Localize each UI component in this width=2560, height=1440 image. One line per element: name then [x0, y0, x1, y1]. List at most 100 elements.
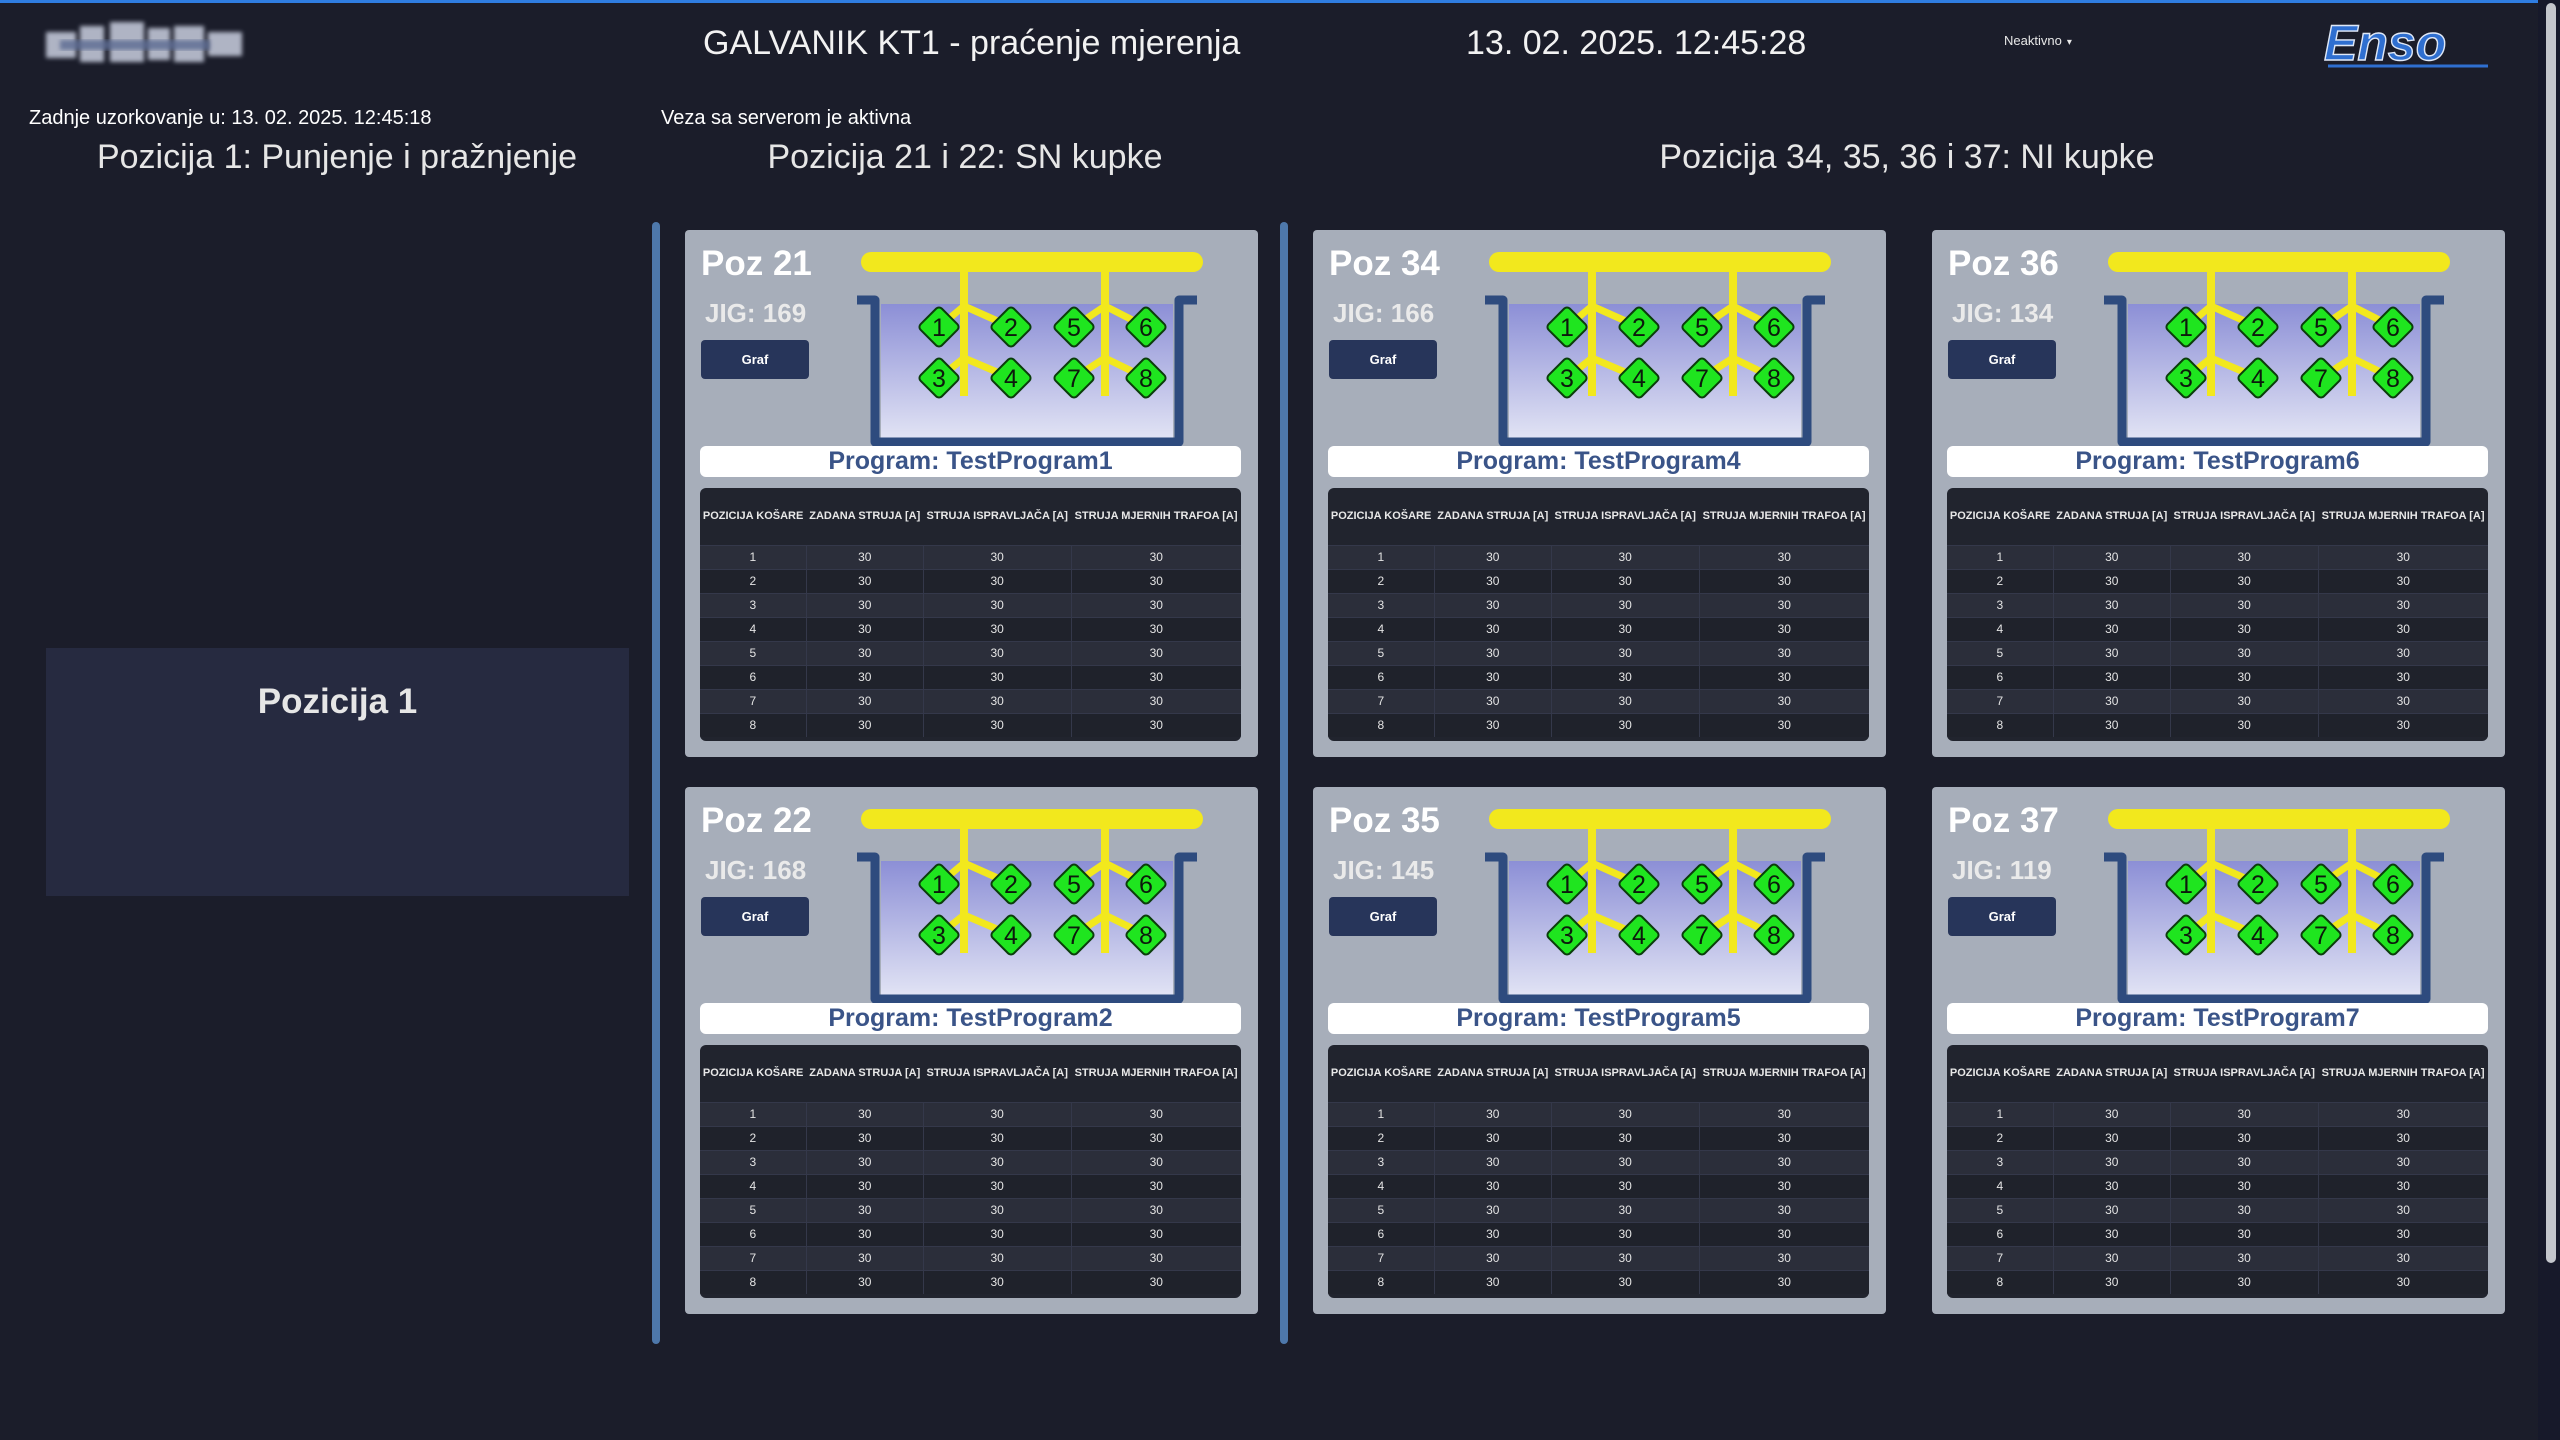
table-cell: 30: [2317, 1125, 2488, 1150]
table-row: 7 30 30 30: [1947, 688, 2488, 713]
table-row: 8 30 30 30: [700, 712, 1241, 737]
program-name: Program: TestProgram4: [1328, 446, 1869, 477]
table-cell: 30: [1698, 1197, 1869, 1222]
graph-button[interactable]: Graf: [1948, 897, 2056, 936]
basket-label: 6: [1139, 314, 1153, 342]
user-status-label: Neaktivno: [2004, 33, 2062, 48]
table-cell: 5: [700, 640, 807, 665]
basket-label: 3: [932, 922, 946, 950]
table-cell: 30: [2052, 568, 2171, 593]
table-cell: 4: [1328, 1173, 1435, 1198]
table-cell: 30: [2052, 1269, 2171, 1294]
table-row: 4 30 30 30: [1947, 1173, 2488, 1198]
table-cell: 30: [922, 544, 1072, 569]
program-name: Program: TestProgram5: [1328, 1003, 1869, 1034]
table-header: STRUJA MJERNIH TRAFOA [A]: [2321, 1066, 2485, 1079]
table-cell: 1: [700, 544, 807, 569]
table-cell: 30: [805, 592, 924, 617]
table-cell: 7: [1947, 688, 2054, 713]
table-cell: 30: [2052, 616, 2171, 641]
position-1-label: Pozicija 1: [257, 682, 418, 721]
table-cell: 30: [1070, 568, 1241, 593]
table-cell: 1: [1947, 1101, 2054, 1126]
table-cell: 30: [2169, 568, 2319, 593]
last-sample-time: Zadnje uzorkovanje u: 13. 02. 2025. 12:4…: [29, 107, 432, 129]
table-cell: 30: [1070, 688, 1241, 713]
table-cell: 30: [2317, 688, 2488, 713]
basket-label: 7: [1695, 365, 1709, 393]
table-cell: 30: [805, 1269, 924, 1294]
current-table: POZICIJA KOŠARE ZADANA STRUJA [A] STRUJA I…: [1328, 488, 1869, 741]
table-cell: 30: [1698, 688, 1869, 713]
busbar: [2108, 252, 2450, 272]
basket-label: 8: [1139, 922, 1153, 950]
table-row: 3 30 30 30: [1947, 1149, 2488, 1174]
basket-label: 5: [2314, 314, 2328, 342]
graph-button[interactable]: Graf: [1329, 340, 1437, 379]
table-row: 2 30 30 30: [700, 1125, 1241, 1150]
table-cell: 30: [1698, 1269, 1869, 1294]
graph-button[interactable]: Graf: [701, 340, 809, 379]
table-header: STRUJA ISPRAVLJAČA [A]: [1554, 1066, 1696, 1079]
table-cell: 30: [805, 544, 924, 569]
section-divider-ni: [1280, 222, 1288, 1344]
bath-card: Poz 36 JIG: 134 Graf 1 2 5 6 3 4 7 8 Program: TestP…: [1932, 230, 2505, 757]
graph-button[interactable]: Graf: [1329, 897, 1437, 936]
server-connection-status: Veza sa serverom je aktivna: [661, 107, 912, 129]
table-cell: 30: [2052, 1245, 2171, 1270]
position-number: Poz 35: [1329, 801, 1440, 840]
basket-label: 3: [932, 365, 946, 393]
bath-card: Poz 37 JIG: 119 Graf 1 2 5 6 3 4 7 8 Program: TestP…: [1932, 787, 2505, 1314]
table-header: STRUJA MJERNIH TRAFOA [A]: [2321, 509, 2485, 522]
graph-button[interactable]: Graf: [701, 897, 809, 936]
table-cell: 8: [1947, 1269, 2054, 1294]
scrollbar[interactable]: [2538, 0, 2560, 1440]
table-cell: 30: [805, 688, 924, 713]
table-cell: 30: [1433, 712, 1552, 737]
table-cell: 30: [805, 568, 924, 593]
table-cell: 30: [1550, 544, 1700, 569]
table-cell: 30: [1698, 1149, 1869, 1174]
table-cell: 30: [1550, 592, 1700, 617]
table-cell: 2: [1328, 568, 1435, 593]
table-cell: 30: [1433, 592, 1552, 617]
table-header: STRUJA ISPRAVLJAČA [A]: [2173, 1066, 2315, 1079]
table-cell: 30: [1070, 1269, 1241, 1294]
scroll-thumb[interactable]: [2546, 3, 2556, 1263]
graph-button[interactable]: Graf: [1948, 340, 2056, 379]
user-status-dropdown[interactable]: Neaktivno ▾: [2004, 33, 2072, 48]
table-cell: 30: [1070, 1245, 1241, 1270]
table-cell: 30: [2317, 640, 2488, 665]
top-accent-line: [0, 0, 2560, 3]
table-cell: 30: [2052, 664, 2171, 689]
table-cell: 30: [1433, 616, 1552, 641]
bath-card: Poz 21 JIG: 169 Graf 1 2 5 6 3 4 7 8 Program: TestP…: [685, 230, 1258, 757]
table-cell: 30: [1433, 688, 1552, 713]
table-row: 6 30 30 30: [1328, 1221, 1869, 1246]
table-cell: 30: [1698, 664, 1869, 689]
table-cell: 7: [1328, 688, 1435, 713]
table-cell: 6: [700, 1221, 807, 1246]
table-row: 4 30 30 30: [700, 616, 1241, 641]
section-divider-sn: [652, 222, 660, 1344]
table-cell: 30: [1698, 1245, 1869, 1270]
table-header: POZICIJA KOŠARE: [1330, 509, 1432, 522]
table-row: 4 30 30 30: [700, 1173, 1241, 1198]
table-header: STRUJA MJERNIH TRAFOA [A]: [1074, 509, 1238, 522]
table-row: 1 30 30 30: [700, 1101, 1241, 1126]
table-cell: 30: [2169, 1173, 2319, 1198]
table-cell: 30: [1070, 1173, 1241, 1198]
jig-number: JIG: 134: [1952, 298, 2054, 328]
table-cell: 30: [805, 1221, 924, 1246]
table-cell: 30: [922, 1125, 1072, 1150]
bath-card: Poz 35 JIG: 145 Graf 1 2 5 6 3 4 7 8 Program: TestP…: [1313, 787, 1886, 1314]
table-header: STRUJA MJERNIH TRAFOA [A]: [1702, 509, 1866, 522]
table-cell: 30: [1698, 1101, 1869, 1126]
basket-label: 6: [1767, 314, 1781, 342]
busbar: [861, 809, 1203, 829]
basket-label: 8: [2386, 365, 2400, 393]
table-cell: 7: [1947, 1245, 2054, 1270]
basket-label: 6: [1139, 871, 1153, 899]
table-cell: 30: [1550, 1101, 1700, 1126]
basket-label: 8: [1767, 922, 1781, 950]
